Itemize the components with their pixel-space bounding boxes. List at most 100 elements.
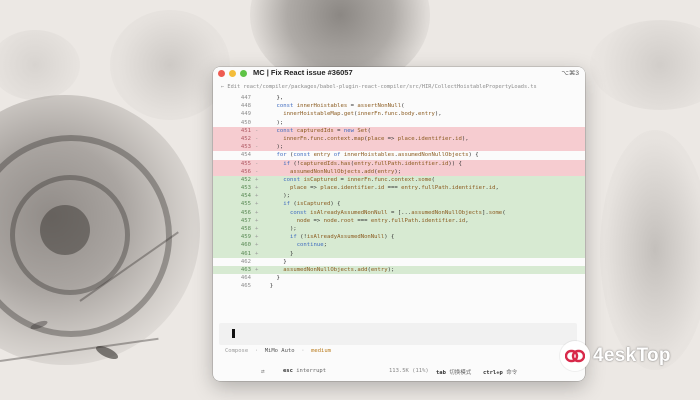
diff-line: 456- assumedNonNullObjects.add(entry); bbox=[213, 167, 585, 176]
code-text: }, bbox=[263, 95, 284, 101]
prompt-input[interactable] bbox=[219, 323, 577, 345]
diff-marker: - bbox=[255, 135, 259, 142]
diff-marker: - bbox=[255, 144, 259, 151]
line-number: 449 bbox=[240, 111, 251, 118]
line-number: 458 bbox=[240, 226, 251, 232]
code-text: innerHoistableMap.get(innerFn.func.body.… bbox=[283, 111, 442, 118]
diff-line: 459 + if (!isAlreadyAssumedNonNull) { bbox=[213, 233, 585, 242]
separator: · bbox=[254, 348, 259, 354]
status-bar: Compose · MiMo Auto · medium bbox=[225, 348, 331, 354]
code-text: } bbox=[263, 283, 274, 290]
diff-marker: + bbox=[255, 193, 259, 200]
window-controls bbox=[218, 70, 247, 77]
diff-marker bbox=[253, 274, 263, 282]
code-text: place => place.identifier.id === entry.f… bbox=[289, 185, 499, 192]
diff-marker: + bbox=[255, 234, 259, 241]
line-number: 465 bbox=[240, 283, 251, 290]
minimize-window-button[interactable] bbox=[229, 70, 236, 77]
line-number: 456 bbox=[240, 209, 251, 216]
line-number: 453 bbox=[240, 185, 251, 192]
code-text: const innerHoistables = assertNonNull( bbox=[276, 103, 405, 110]
diff-marker: + bbox=[255, 185, 259, 192]
diff-line: 453- ); bbox=[213, 143, 585, 152]
diff-marker bbox=[253, 258, 263, 266]
diff-line: 454 + ); bbox=[213, 192, 585, 201]
diff-line: 454 for (const entry of innerHoistables.… bbox=[213, 151, 585, 159]
watermark-text: 4eskTop bbox=[593, 345, 671, 366]
line-number: 454 bbox=[240, 193, 251, 200]
diff-marker bbox=[253, 102, 263, 110]
diff-marker: - bbox=[255, 160, 259, 167]
code-text: } bbox=[263, 275, 280, 282]
link-icon bbox=[565, 349, 585, 363]
code-text: assumedNonNullObjects.add(entry); bbox=[289, 168, 402, 175]
diff-marker: + bbox=[255, 209, 259, 216]
code-text: if (!capturedIds.has(entry.fullPath.iden… bbox=[283, 160, 462, 167]
esc-hint: esc interrupt bbox=[283, 368, 326, 374]
diff-marker: + bbox=[255, 226, 259, 232]
diff-marker: - bbox=[255, 168, 259, 175]
diff-marker bbox=[253, 151, 263, 159]
title-bar[interactable]: MC | Fix React issue #36057 ⌥⌘3 bbox=[213, 67, 585, 80]
esc-key: esc bbox=[283, 368, 293, 374]
diff-line: 450 ); bbox=[213, 119, 585, 127]
close-window-button[interactable] bbox=[218, 70, 225, 77]
diff-line: 464 } bbox=[213, 274, 585, 282]
line-number: 457 bbox=[240, 217, 251, 224]
command-hint: ctrl+p 命令 bbox=[483, 368, 517, 376]
tab-label: 切换模式 bbox=[449, 370, 472, 376]
ink-blot bbox=[0, 30, 80, 100]
diff-line: 455 + if (isCaptured) { bbox=[213, 200, 585, 209]
diff-line: 455- if (!capturedIds.has(entry.fullPath… bbox=[213, 159, 585, 168]
code-text: } bbox=[263, 258, 287, 265]
code-text: const capturedIds = new Set( bbox=[276, 127, 371, 134]
diff-line: 457 + node => node.root === entry.fullPat… bbox=[213, 216, 585, 225]
code-text: ); bbox=[263, 119, 284, 126]
footer-bar: ⇄ esc interrupt 113.5K (11%) tab 切换模式 ct… bbox=[213, 362, 585, 381]
diff-line: 449 innerHoistableMap.get(innerFn.func.b… bbox=[213, 110, 585, 118]
diff-marker: + bbox=[255, 201, 259, 208]
line-number: 462 bbox=[240, 258, 251, 265]
diff-line: 453 + place => place.identifier.id === en… bbox=[213, 184, 585, 193]
ctrl-p-key: ctrl+p bbox=[483, 370, 503, 376]
line-number: 454 bbox=[240, 152, 251, 159]
code-text: innerFn.func.context.map(place => place.… bbox=[283, 135, 469, 142]
watermark: 4eskTop bbox=[560, 338, 692, 374]
line-number: 453 bbox=[240, 144, 251, 151]
window-shortcut: ⌥⌘3 bbox=[561, 69, 579, 77]
command-label: 命令 bbox=[506, 370, 518, 376]
code-text: } bbox=[263, 250, 294, 257]
line-number: 451 bbox=[240, 127, 251, 134]
line-number: 456 bbox=[240, 168, 251, 175]
terminal-window: MC | Fix React issue #36057 ⌥⌘3 ← Edit r… bbox=[213, 67, 585, 381]
diff-marker bbox=[253, 282, 263, 290]
mode-label[interactable]: Compose bbox=[225, 348, 248, 354]
code-text: continue; bbox=[296, 242, 328, 249]
effort-label[interactable]: medium bbox=[311, 348, 331, 354]
code-text: ); bbox=[263, 144, 284, 151]
diff-line: 465 } bbox=[213, 282, 585, 290]
ink-blot bbox=[110, 10, 230, 120]
line-number: 463 bbox=[240, 266, 251, 273]
code-text: for (const entry of innerHoistables.assu… bbox=[276, 152, 479, 159]
diff-marker: + bbox=[255, 242, 259, 249]
diff-line: 456 + const isAlreadyAssumedNonNull = [..… bbox=[213, 208, 585, 217]
code-text: if (!isAlreadyAssumedNonNull) { bbox=[289, 234, 395, 241]
line-number: 460 bbox=[240, 242, 251, 249]
line-number: 459 bbox=[240, 234, 251, 241]
diff-line: 452 + const isCaptured = innerFn.func.con… bbox=[213, 175, 585, 185]
line-number: 455 bbox=[240, 201, 251, 208]
diff-marker: + bbox=[255, 266, 259, 273]
code-text: const isCaptured = innerFn.func.context.… bbox=[283, 176, 435, 183]
edit-file-path: ← Edit react/compiler/packages/babel-plu… bbox=[221, 84, 537, 90]
diff-marker: + bbox=[255, 250, 259, 257]
ink-blot bbox=[600, 130, 700, 370]
zoom-window-button[interactable] bbox=[240, 70, 247, 77]
separator: · bbox=[301, 348, 305, 354]
model-label[interactable]: MiMo Auto bbox=[265, 348, 295, 354]
diff-marker bbox=[253, 110, 263, 118]
window-title: MC | Fix React issue #36057 bbox=[253, 68, 353, 77]
token-count: 113.5K (11%) bbox=[389, 368, 429, 374]
line-number: 455 bbox=[240, 160, 251, 167]
text-cursor bbox=[232, 329, 235, 338]
